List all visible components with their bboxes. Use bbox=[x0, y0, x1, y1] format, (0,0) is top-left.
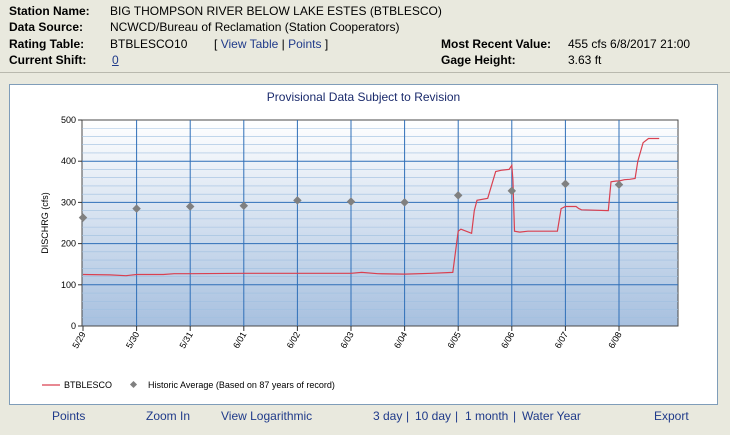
chart-legend: BTBLESCO Historic Average (Based on 87 y… bbox=[42, 380, 335, 390]
x-tick-label: 5/29 bbox=[70, 330, 87, 350]
y-tick-label: 400 bbox=[61, 156, 76, 166]
range-3-day-button[interactable]: 3 day bbox=[373, 409, 402, 423]
x-tick-label: 6/01 bbox=[231, 330, 248, 350]
legend-marker-swatch bbox=[129, 380, 138, 389]
y-tick-label: 500 bbox=[61, 115, 76, 125]
x-tick-label: 6/06 bbox=[499, 330, 516, 350]
export-button[interactable]: Export bbox=[654, 409, 689, 423]
range-10-day-button[interactable]: 10 day bbox=[415, 409, 451, 423]
x-tick-label: 6/07 bbox=[553, 330, 570, 350]
points-button[interactable]: Points bbox=[52, 409, 85, 423]
y-tick-label: 100 bbox=[61, 280, 76, 290]
y-axis-label: DISCHRG (cfs) bbox=[40, 192, 50, 254]
x-tick-label: 6/04 bbox=[392, 330, 409, 350]
bottom-toolbar: Points Zoom In View Logarithmic 3 day | … bbox=[0, 409, 730, 425]
x-tick-label: 6/02 bbox=[285, 330, 302, 350]
y-axis: 0 100 200 300 400 500 bbox=[61, 115, 82, 331]
discharge-chart: 0 100 200 300 400 500 5/29 5/30 5/31 6/01 6/02 6/0… bbox=[40, 115, 679, 390]
x-tick-label: 6/03 bbox=[338, 330, 355, 350]
y-tick-label: 200 bbox=[61, 239, 76, 249]
range-1-month-button[interactable]: 1 month bbox=[465, 409, 508, 423]
range-separator: | bbox=[455, 409, 459, 423]
legend-series-label: BTBLESCO bbox=[64, 380, 112, 390]
legend-historic-label: Historic Average (Based on 87 years of r… bbox=[148, 380, 335, 390]
zoom-in-button[interactable]: Zoom In bbox=[146, 409, 190, 423]
range-separator: | bbox=[513, 409, 517, 423]
plot-area bbox=[81, 119, 679, 327]
x-tick-label: 6/05 bbox=[446, 330, 463, 350]
view-logarithmic-button[interactable]: View Logarithmic bbox=[221, 409, 312, 423]
range-water-year-button[interactable]: Water Year bbox=[522, 409, 581, 423]
y-tick-label: 0 bbox=[71, 321, 76, 331]
range-separator: | bbox=[406, 409, 410, 423]
x-tick-label: 5/30 bbox=[124, 330, 141, 350]
x-tick-label: 6/08 bbox=[606, 330, 623, 350]
x-tick-label: 5/31 bbox=[178, 330, 195, 350]
x-axis: 5/29 5/30 5/31 6/01 6/02 6/03 6/04 6/05 6/06 6/07… bbox=[70, 326, 624, 350]
y-tick-label: 300 bbox=[61, 197, 76, 207]
